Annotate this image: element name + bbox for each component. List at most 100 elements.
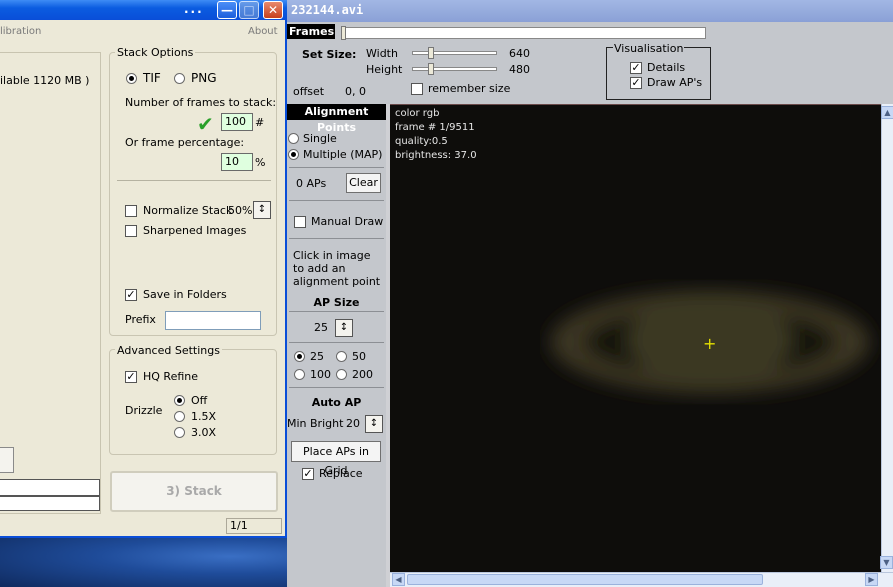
scroll-right-icon[interactable]: ▶ — [865, 573, 878, 586]
ap-size-25-radio[interactable] — [294, 351, 305, 362]
window-title: ... — [184, 2, 204, 16]
brightness-text: brightness: 37.0 — [395, 150, 477, 161]
vertical-scrollbar[interactable] — [881, 104, 893, 572]
ap-size-50-radio[interactable] — [336, 351, 347, 362]
width-value: 640 — [509, 47, 530, 60]
draw-aps-checkbox[interactable]: ✓ — [630, 77, 642, 89]
video-window-titlebar[interactable] — [287, 0, 893, 22]
multiple-map-label: Multiple (MAP) — [303, 148, 383, 161]
scroll-up-icon[interactable]: ▲ — [881, 106, 893, 119]
scroll-down-icon[interactable]: ▼ — [880, 556, 893, 569]
save-in-folders-checkbox[interactable]: ✓ — [125, 289, 137, 301]
horizontal-scroll-thumb[interactable] — [407, 574, 763, 585]
ap-size-spin-icon[interactable]: ↕ — [335, 319, 353, 337]
manual-draw-checkbox[interactable] — [294, 216, 306, 228]
advanced-settings-title: Advanced Settings — [115, 344, 222, 357]
normalize-stack-checkbox[interactable] — [125, 205, 137, 217]
format-tif-radio[interactable] — [126, 73, 137, 84]
frame-slider-thumb[interactable] — [341, 26, 346, 40]
format-png-label: PNG — [191, 71, 217, 85]
stack-button[interactable]: 3) Stack — [110, 471, 278, 512]
offset-label: offset — [293, 85, 325, 98]
height-slider[interactable] — [412, 67, 497, 71]
divider — [117, 180, 271, 181]
divider — [289, 311, 384, 312]
multiple-map-radio[interactable] — [288, 149, 299, 160]
tab-calibration[interactable]: libration — [0, 26, 41, 37]
checkmark-icon: ✔ — [197, 112, 214, 136]
quality-text: quality:0.5 — [395, 136, 448, 147]
path-field-secondary[interactable] — [0, 496, 100, 511]
memory-panel — [0, 52, 101, 514]
divider — [289, 387, 384, 388]
normalize-value: 50% — [228, 204, 253, 217]
divider — [289, 200, 384, 201]
details-checkbox[interactable]: ✓ — [630, 62, 642, 74]
ap-size-200-radio[interactable] — [336, 369, 347, 380]
single-radio[interactable] — [288, 133, 299, 144]
tab-about[interactable]: About — [248, 26, 278, 37]
frame-slider[interactable] — [341, 27, 706, 39]
ap-size-25-label: 25 — [310, 350, 324, 363]
hint-line-1: Click in image — [293, 249, 371, 262]
width-label: Width — [366, 47, 398, 60]
close-icon: ✕ — [267, 3, 279, 17]
minimize-icon: — — [221, 3, 233, 17]
alignment-points-header: Alignment Points — [287, 104, 386, 134]
manual-draw-label: Manual Draw — [311, 215, 384, 228]
clear-button[interactable]: Clear — [346, 173, 381, 193]
draw-aps-label: Draw AP's — [647, 76, 703, 89]
details-label: Details — [647, 61, 686, 74]
drizzle-off-radio[interactable] — [174, 395, 185, 406]
tab-strip: libration About — [0, 22, 284, 40]
replace-label: Replace — [319, 467, 363, 480]
offset-value: 0, 0 — [345, 85, 366, 98]
single-label: Single — [303, 132, 337, 145]
scroll-left-icon[interactable]: ◀ — [392, 573, 405, 586]
status-page-indicator: 1/1 — [226, 518, 282, 534]
visualisation-title: Visualisation — [613, 42, 685, 55]
normalize-spin-icon[interactable]: ↕ — [253, 201, 271, 219]
replace-checkbox[interactable]: ✓ — [302, 468, 314, 480]
width-slider-thumb[interactable] — [428, 47, 434, 59]
crosshair-icon: + — [703, 334, 717, 353]
available-memory-text: ilable 1120 MB ) — [0, 74, 90, 87]
min-bright-value: 20 — [346, 417, 360, 430]
sharpened-images-checkbox[interactable] — [125, 225, 137, 237]
height-label: Height — [366, 63, 403, 76]
drizzle-3x-radio[interactable] — [174, 427, 185, 438]
ap-size-100-radio[interactable] — [294, 369, 305, 380]
drizzle-3x-label: 3.0X — [191, 426, 217, 439]
format-png-radio[interactable] — [174, 73, 185, 84]
frames-tab[interactable]: Frames — [287, 24, 335, 39]
min-bright-spin-icon[interactable]: ↕ — [365, 415, 383, 433]
set-size-label: Set Size: — [302, 48, 357, 61]
maximize-button[interactable]: □ — [239, 1, 259, 19]
image-info-overlay: color rgb frame # 1/9511 quality:0.5 bri… — [395, 107, 477, 163]
ap-size-50-label: 50 — [352, 350, 366, 363]
frames-unit: # — [255, 116, 265, 129]
close-button[interactable]: ✕ — [263, 1, 283, 19]
percentage-unit: % — [255, 156, 266, 169]
partial-button[interactable] — [0, 447, 14, 473]
color-mode-text: color rgb — [395, 108, 440, 119]
desktop-wallpaper — [0, 536, 288, 587]
drizzle-label: Drizzle — [125, 404, 163, 417]
height-slider-thumb[interactable] — [428, 63, 434, 75]
hq-refine-checkbox[interactable]: ✓ — [125, 371, 137, 383]
width-slider[interactable] — [412, 51, 497, 55]
remember-size-checkbox[interactable] — [411, 83, 423, 95]
drizzle-1-5x-label: 1.5X — [191, 410, 217, 423]
frame-percentage-label: Or frame percentage: — [125, 136, 245, 149]
path-field[interactable] — [0, 479, 100, 496]
hq-refine-label: HQ Refine — [143, 370, 199, 383]
divider — [289, 167, 384, 168]
place-aps-in-grid-button[interactable]: Place APs in Grid — [291, 441, 381, 477]
save-in-folders-label: Save in Folders — [143, 288, 227, 301]
minimize-button[interactable]: — — [217, 1, 237, 19]
drizzle-1-5x-radio[interactable] — [174, 411, 185, 422]
prefix-input[interactable] — [165, 311, 261, 330]
frames-to-stack-input[interactable]: 100 — [221, 113, 253, 131]
stack-options-title: Stack Options — [115, 46, 196, 59]
frame-percentage-input[interactable]: 10 — [221, 153, 253, 171]
